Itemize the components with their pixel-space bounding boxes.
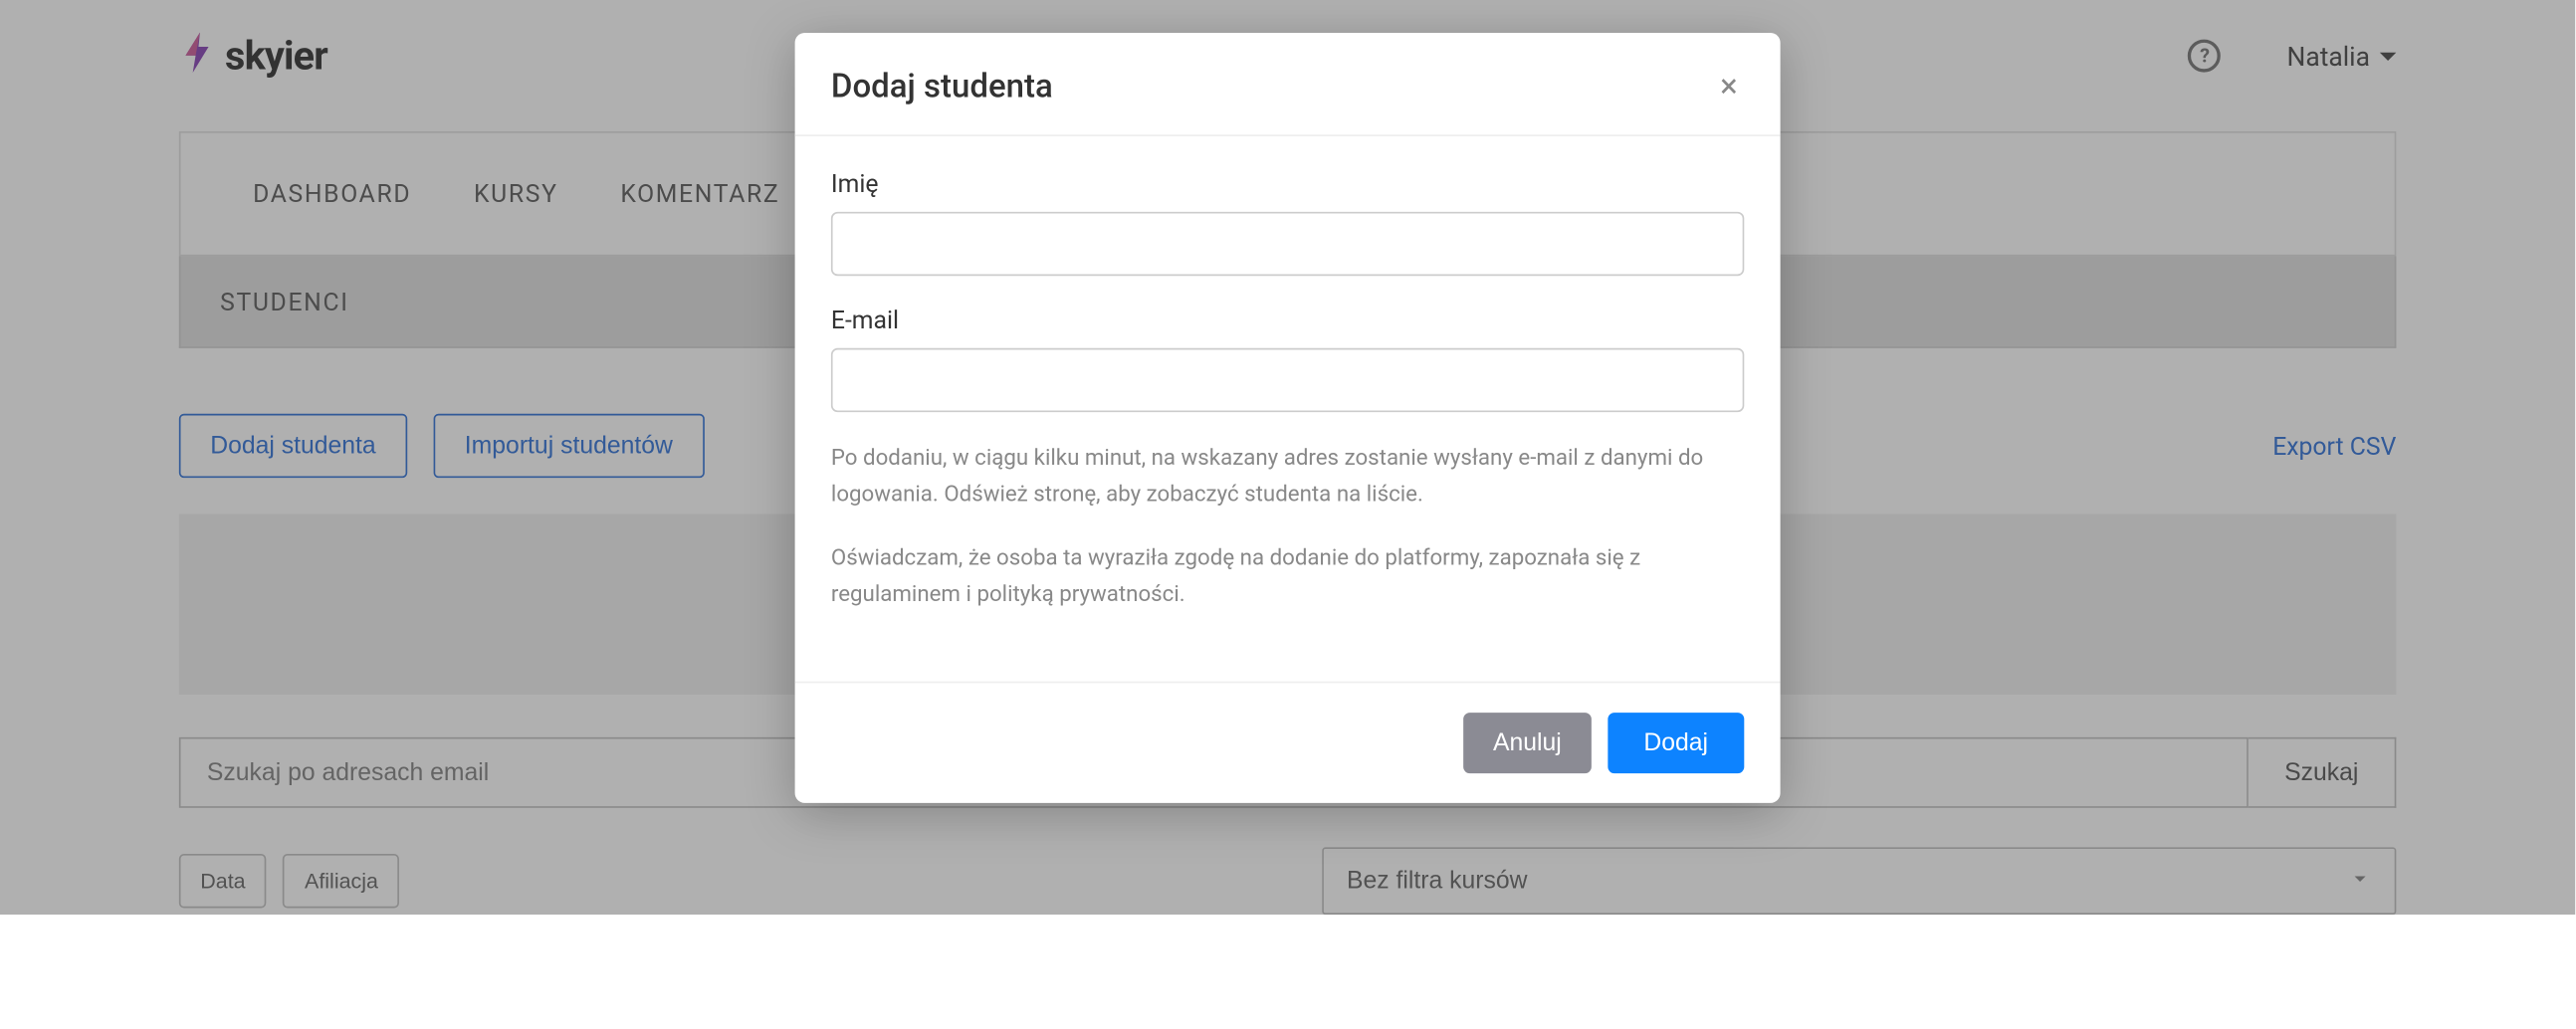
cancel-button[interactable]: Anuluj bbox=[1463, 714, 1591, 774]
add-student-modal: Dodaj studenta × Imię E-mail Po dodaniu,… bbox=[795, 33, 1781, 803]
close-icon[interactable]: × bbox=[1713, 66, 1744, 105]
modal-body: Imię E-mail Po dodaniu, w ciągu kilku mi… bbox=[795, 136, 1781, 682]
submit-button[interactable]: Dodaj bbox=[1608, 714, 1744, 774]
helper-text-2: Oświadczam, że osoba ta wyraziła zgodę n… bbox=[831, 542, 1744, 613]
email-label: E-mail bbox=[831, 306, 1744, 335]
name-label: Imię bbox=[831, 169, 1744, 199]
email-input[interactable] bbox=[831, 348, 1744, 412]
modal-title: Dodaj studenta bbox=[831, 66, 1053, 105]
helper-text-1: Po dodaniu, w ciągu kilku minut, na wska… bbox=[831, 442, 1744, 513]
modal-overlay[interactable]: Dodaj studenta × Imię E-mail Po dodaniu,… bbox=[0, 0, 2575, 915]
modal-header: Dodaj studenta × bbox=[795, 33, 1781, 136]
modal-footer: Anuluj Dodaj bbox=[795, 682, 1781, 803]
name-input[interactable] bbox=[831, 212, 1744, 276]
helper-text: Po dodaniu, w ciągu kilku minut, na wska… bbox=[831, 442, 1744, 613]
